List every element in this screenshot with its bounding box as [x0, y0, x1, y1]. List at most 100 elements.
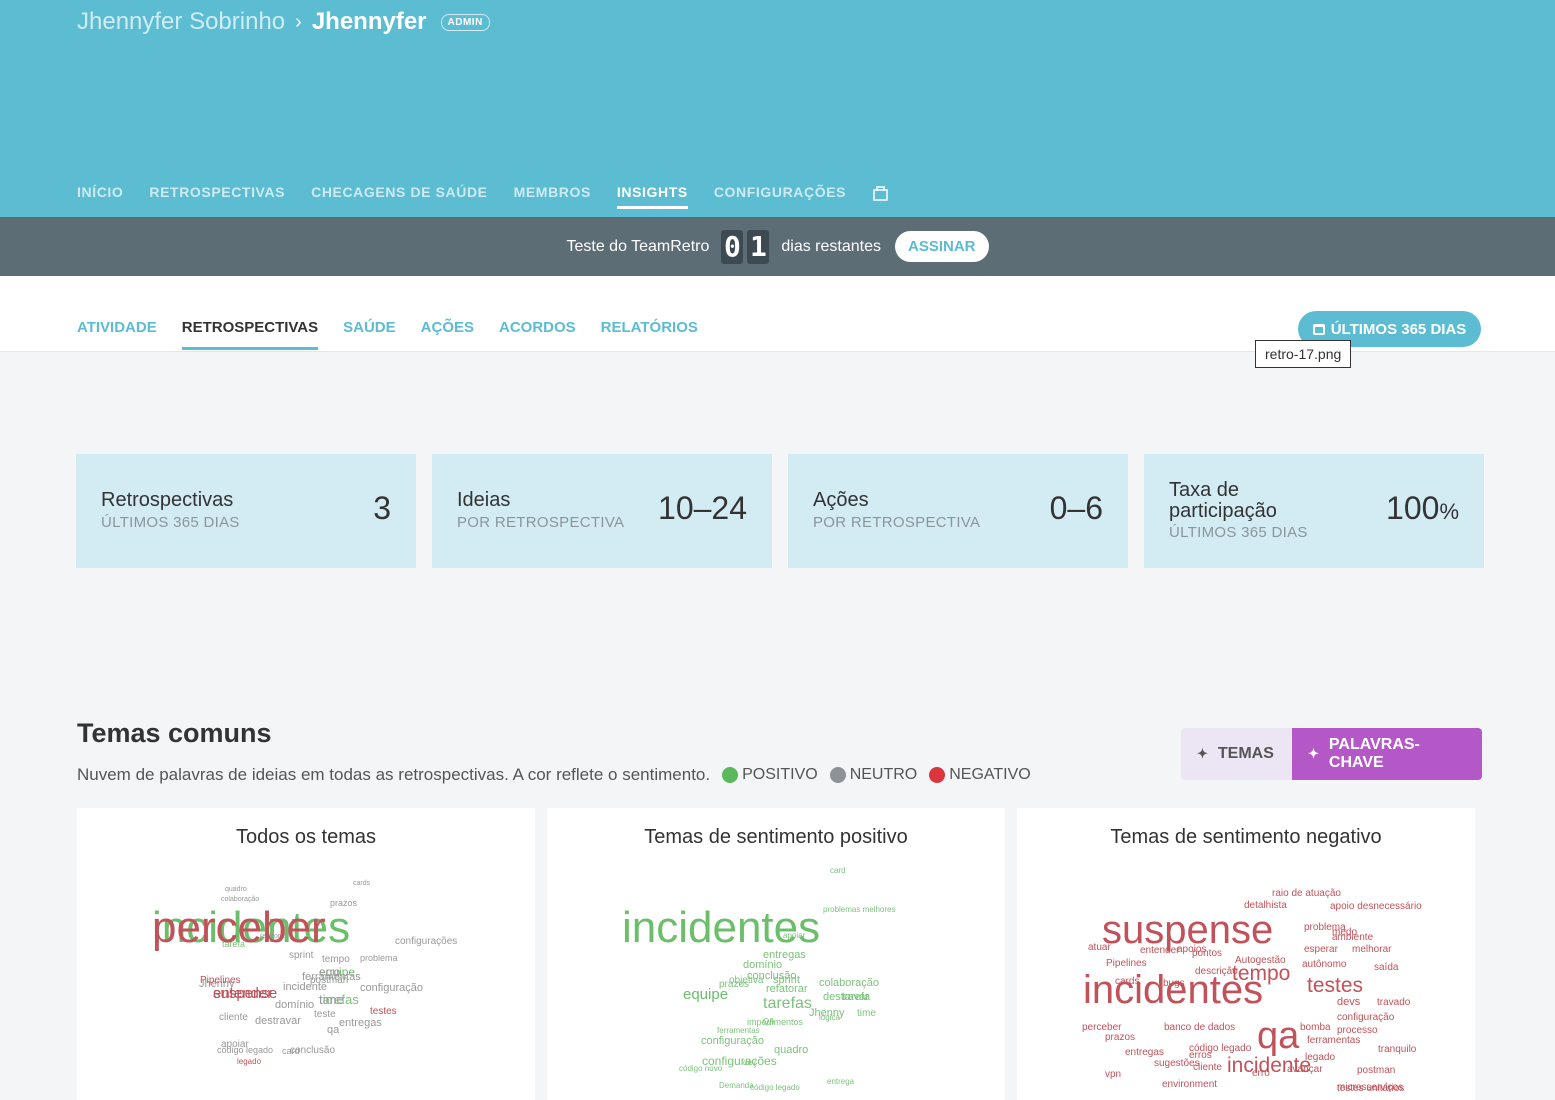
- cloud-word: entregas: [339, 1017, 382, 1029]
- legend-label: POSITIVO: [742, 766, 818, 783]
- tab-relatorios[interactable]: RELATÓRIOS: [601, 319, 698, 350]
- cloud-word: QA: [763, 1017, 775, 1026]
- cloud-word: cliente: [1193, 1062, 1222, 1073]
- cloud-word: dev: [743, 1058, 756, 1067]
- cloud-word: legado: [237, 1057, 262, 1066]
- cloud-word: tranquilo: [1378, 1044, 1417, 1055]
- stat-value: 10–24: [658, 490, 747, 526]
- cloud-word: entregas: [1125, 1047, 1164, 1058]
- legend-positive: POSITIVO: [722, 766, 818, 784]
- cloud-word: erro: [319, 965, 341, 979]
- stat-label: Ações: [813, 489, 869, 511]
- cloud-word: erro: [1252, 1068, 1270, 1079]
- nav-checagens[interactable]: CHECAGENS DE SAÚDE: [311, 184, 488, 209]
- cloud-word: colaboração: [819, 977, 879, 989]
- themes-description-text: Nuvem de palavras de ideias em todas as …: [77, 765, 711, 784]
- nav-retrospectivas[interactable]: RETROSPECTIVAS: [149, 184, 285, 209]
- cloud-word: perceber: [152, 903, 326, 952]
- breadcrumb-separator: ›: [295, 10, 302, 33]
- cloud-word: apoio desnecessário: [1330, 901, 1422, 912]
- tab-retrospectivas[interactable]: RETROSPECTIVAS: [181, 319, 319, 350]
- cloud-word: código legado: [750, 1083, 800, 1092]
- cloud-word: Pipelines: [1106, 958, 1147, 969]
- cloud-word: autônomo: [1302, 959, 1347, 970]
- cloud-word: entender: [213, 985, 272, 1002]
- negative-dot: [929, 767, 946, 783]
- tab-acoes[interactable]: AÇÕES: [421, 319, 474, 350]
- cloud-word: ferramentas: [717, 1026, 760, 1035]
- cloud-positive-themes: Temas de sentimento positivo incidentes t…: [547, 808, 1005, 1100]
- nav-membros[interactable]: MEMBROS: [514, 184, 591, 209]
- tab-acordos[interactable]: ACORDOS: [499, 319, 576, 350]
- stat-card-actions: Ações POR RETROSPECTIVA 0–6: [788, 454, 1128, 568]
- cloud-word: tarefa: [842, 991, 871, 1003]
- cloud-all-themes: Todos os temas incidentes suspense tarefas…: [77, 808, 535, 1100]
- stat-sub: POR RETROSPECTIVA: [813, 514, 981, 531]
- stat-value: 0–6: [1049, 490, 1103, 526]
- trial-label: Teste do TeamRetro: [566, 237, 710, 255]
- legend-neutral: NEUTRO: [829, 766, 917, 784]
- trial-days-counter: 01: [719, 229, 771, 264]
- nav-insights[interactable]: INSIGHTS: [616, 184, 688, 209]
- cloud-word: bugs: [1163, 978, 1185, 989]
- cloud-word: detalhista: [1244, 900, 1287, 911]
- cloud-word: melhorar: [1352, 944, 1392, 955]
- cloud-negative-themes: Temas de sentimento negativo suspense inc…: [1017, 808, 1475, 1100]
- cloud-word: destravar: [255, 1015, 301, 1027]
- cloud-word: configuração: [1337, 1012, 1395, 1023]
- cloud-word: teste: [314, 1009, 336, 1020]
- stat-card-retrospectives: Retrospectivas ÚLTIMOS 365 DIAS 3: [76, 454, 416, 568]
- cloud-word: Autogestão: [1235, 955, 1286, 966]
- cloud-word: código novo: [679, 1064, 723, 1073]
- days-digit: 0: [721, 229, 744, 264]
- toggle-label: TEMAS: [1217, 745, 1274, 762]
- cloud-word: tarefas: [763, 995, 812, 1012]
- cloud-word: quadro: [774, 1044, 808, 1056]
- cloud-word: medo: [1332, 927, 1357, 938]
- tab-saude[interactable]: SAÚDE: [343, 319, 396, 350]
- cloud-word: travado: [1377, 997, 1411, 1008]
- positive-dot: [722, 767, 739, 783]
- cloud-word: atuar: [1088, 942, 1111, 953]
- cloud-word: cliente: [219, 1012, 248, 1023]
- toggle-themes-button[interactable]: ✦ TEMAS: [1181, 728, 1292, 780]
- cloud-word: saída: [1374, 962, 1399, 973]
- cloud-word: Demanda: [719, 1081, 754, 1090]
- cloud-word: apoiar: [783, 931, 806, 940]
- toggle-keywords-button[interactable]: ✦ PALAVRAS-CHAVE: [1292, 728, 1482, 780]
- nav-inicio[interactable]: INÍCIO: [77, 184, 123, 209]
- cloud-word: card: [282, 1046, 300, 1056]
- cloud-word: configurações: [395, 936, 457, 947]
- cloud-word: vpn: [1105, 1069, 1121, 1080]
- cloud-word: time: [319, 992, 344, 1007]
- word-clouds: Todos os temas incidentes suspense tarefas…: [77, 808, 1475, 1100]
- themes-title: Temas comuns: [77, 718, 272, 748]
- sparkle-icon: ✦: [1308, 746, 1319, 761]
- cloud-word: ferramentas: [1307, 1035, 1360, 1046]
- cloud-word: environment: [1162, 1079, 1217, 1090]
- tab-atividade[interactable]: ATIVIDADE: [77, 319, 157, 350]
- breadcrumb-parent[interactable]: Jhennyfer Sobrinho: [77, 8, 285, 36]
- stat-unit: %: [1439, 499, 1459, 524]
- cloud-word: código legado: [217, 1045, 273, 1055]
- stat-value: 100%: [1386, 490, 1459, 527]
- nav-configuracoes[interactable]: CONFIGURAÇÕES: [714, 184, 846, 209]
- word-cloud: incidentestarefasequipeentregasdomíniosp…: [622, 866, 895, 1092]
- cloud-word: objetiva: [729, 975, 764, 986]
- cloud-word: legado: [1305, 1052, 1335, 1063]
- sparkle-icon: ✦: [1197, 746, 1208, 761]
- themes-keywords-toggle: ✦ TEMAS ✦ PALAVRAS-CHAVE: [1181, 728, 1482, 780]
- briefcase-icon[interactable]: [872, 186, 889, 201]
- cloud-word: configuração: [360, 982, 423, 994]
- stat-card-ideas: Ideias POR RETROSPECTIVA 10–24: [432, 454, 772, 568]
- cloud-word: entrega: [827, 1077, 855, 1086]
- cloud-word: qa: [1257, 1015, 1300, 1057]
- cloud-word: cards: [353, 880, 371, 887]
- filename-tooltip: retro-17.png: [1255, 340, 1352, 368]
- cloud-word: testes unitários: [1337, 1083, 1404, 1094]
- subscribe-button[interactable]: ASSINAR: [894, 231, 989, 262]
- app-header: Jhennyfer Sobrinho › Jhennyfer ADMIN INÍ…: [0, 0, 1555, 217]
- cloud-word: prazos: [330, 898, 358, 908]
- calendar-icon: [1312, 323, 1325, 335]
- cloud-word: problema: [360, 953, 398, 963]
